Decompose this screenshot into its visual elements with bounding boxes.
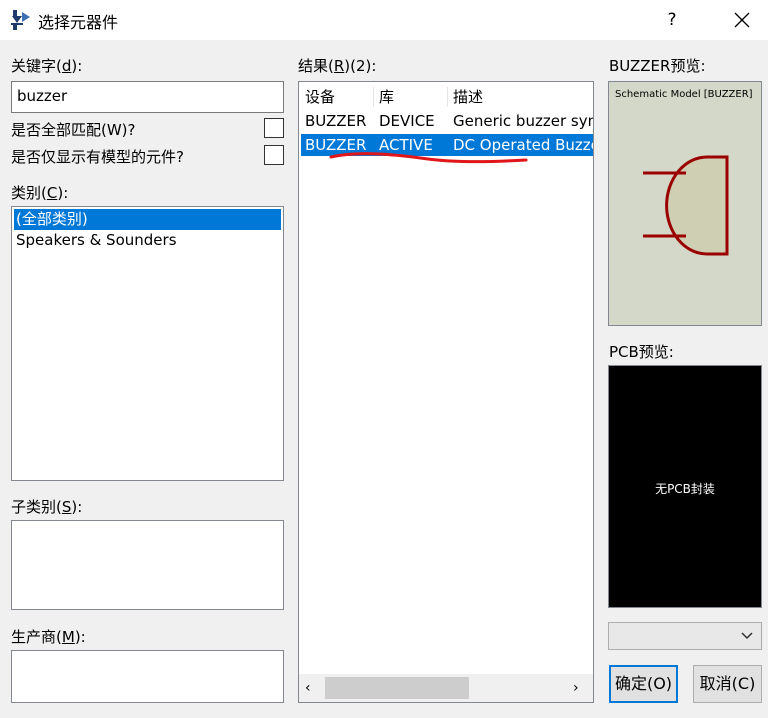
- footprint-select[interactable]: [608, 622, 762, 650]
- scrollbar-thumb[interactable]: [325, 677, 469, 699]
- keyword-input[interactable]: buzzer: [11, 81, 284, 113]
- app-icon: [10, 8, 32, 32]
- pcb-preview-text: 无PCB封装: [655, 482, 715, 496]
- category-label: 类别(C):: [11, 184, 69, 202]
- match-all-label: 是否全部匹配(W)?: [11, 121, 136, 139]
- subcategory-list[interactable]: [11, 520, 284, 610]
- category-item-speakers[interactable]: Speakers & Sounders: [14, 230, 281, 251]
- scroll-right-icon[interactable]: ›: [573, 680, 579, 696]
- results-label: 结果(R)(2):: [298, 57, 377, 75]
- schematic-caption: Schematic Model [BUZZER]: [615, 89, 753, 100]
- pcb-preview-label: PCB预览:: [609, 343, 674, 361]
- annotation-underline: [329, 152, 528, 164]
- manufacturer-list[interactable]: [11, 650, 284, 703]
- schematic-preview: Schematic Model [BUZZER]: [608, 81, 762, 326]
- window-title: 选择元器件: [38, 13, 119, 32]
- row-description: Generic buzzer sym: [453, 112, 593, 130]
- model-only-checkbox[interactable]: [264, 145, 284, 165]
- buzzer-symbol-icon: [643, 155, 729, 256]
- keyword-label: 关键字(d):: [11, 57, 83, 75]
- column-header-library[interactable]: 库: [379, 84, 447, 110]
- category-list[interactable]: (全部类别) Speakers & Sounders: [11, 206, 284, 481]
- scroll-left-icon[interactable]: ‹: [305, 680, 311, 696]
- model-only-label: 是否仅显示有模型的元件?: [11, 148, 184, 166]
- category-item-all[interactable]: (全部类别): [14, 209, 281, 230]
- results-header: 设备 库 描述: [301, 84, 593, 110]
- subcategory-label: 子类别(S):: [11, 498, 83, 516]
- column-header-device[interactable]: 设备: [305, 84, 371, 110]
- row-device: BUZZER: [305, 112, 367, 130]
- close-icon: [734, 12, 750, 28]
- match-all-checkbox[interactable]: [264, 118, 284, 138]
- results-table[interactable]: 设备 库 描述 BUZZER DEVICE Generic buzzer sym…: [298, 81, 594, 703]
- column-header-description[interactable]: 描述: [453, 84, 593, 110]
- row-library: DEVICE: [379, 112, 435, 130]
- pcb-preview: 无PCB封装: [608, 365, 762, 608]
- cancel-button[interactable]: 取消(C): [693, 665, 762, 703]
- table-row[interactable]: BUZZER DEVICE Generic buzzer sym: [301, 110, 593, 132]
- schematic-preview-label: BUZZER预览:: [609, 57, 706, 75]
- chevron-down-icon: [741, 632, 753, 640]
- keyword-input-value: buzzer: [17, 87, 68, 105]
- help-button[interactable]: ?: [662, 8, 682, 32]
- ok-button[interactable]: 确定(O): [609, 665, 678, 703]
- results-hscrollbar[interactable]: ‹ ›: [299, 674, 593, 702]
- manufacturer-label: 生产商(M):: [11, 628, 86, 646]
- close-button[interactable]: [730, 8, 754, 32]
